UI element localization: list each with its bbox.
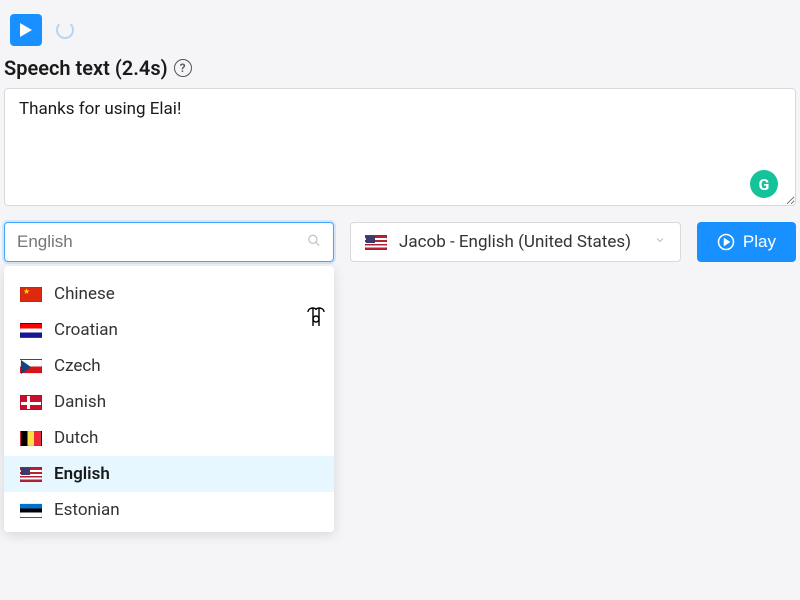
flag-icon bbox=[20, 323, 42, 338]
speech-text-input[interactable] bbox=[4, 88, 796, 206]
voice-label: Jacob - English (United States) bbox=[399, 232, 642, 252]
language-option[interactable]: Danish bbox=[4, 384, 334, 420]
flag-icon bbox=[20, 287, 42, 302]
speech-text-label: Speech text (2.4s) bbox=[4, 56, 168, 80]
flag-icon bbox=[20, 395, 42, 410]
language-option[interactable]: Estonian bbox=[4, 492, 334, 528]
grammarly-icon[interactable]: G bbox=[750, 170, 778, 198]
language-option[interactable]: Dutch bbox=[4, 420, 334, 456]
language-option-label: English bbox=[54, 464, 110, 484]
voice-select[interactable]: Jacob - English (United States) bbox=[350, 222, 681, 262]
help-icon[interactable]: ? bbox=[174, 59, 192, 77]
play-button[interactable]: Play bbox=[697, 222, 796, 262]
language-search-input[interactable] bbox=[5, 223, 333, 261]
play-circle-icon bbox=[717, 233, 735, 251]
flag-icon bbox=[365, 235, 387, 250]
loading-spinner-icon bbox=[56, 21, 74, 39]
chevron-down-icon bbox=[654, 234, 666, 250]
flag-icon bbox=[20, 431, 42, 446]
language-search-wrap bbox=[4, 222, 334, 262]
language-option[interactable]: Chinese bbox=[4, 276, 334, 312]
preview-play-button[interactable] bbox=[10, 14, 42, 46]
language-option-label: Dutch bbox=[54, 428, 98, 448]
flag-icon bbox=[20, 467, 42, 482]
language-option-label: Czech bbox=[54, 356, 101, 376]
language-select[interactable]: ———ChineseCroatianCzechDanishDutchEnglis… bbox=[4, 222, 334, 262]
language-option-label: Croatian bbox=[54, 320, 118, 340]
language-option-label: ——— bbox=[54, 266, 94, 268]
language-dropdown[interactable]: ——— Chinese Croatian Czech Danish Dutch Englis… bbox=[4, 266, 334, 532]
language-option-label: Chinese bbox=[54, 284, 115, 304]
language-option[interactable]: Croatian bbox=[4, 312, 334, 348]
language-option-label: Estonian bbox=[54, 500, 120, 520]
search-icon bbox=[307, 233, 321, 252]
play-button-label: Play bbox=[743, 232, 776, 252]
flag-icon bbox=[20, 359, 42, 374]
top-bar bbox=[0, 0, 800, 56]
language-option[interactable]: English bbox=[4, 456, 334, 492]
controls-row: ———ChineseCroatianCzechDanishDutchEnglis… bbox=[0, 210, 800, 262]
speech-textarea-wrap: G bbox=[0, 88, 800, 210]
play-icon bbox=[20, 23, 32, 37]
language-option-label: Danish bbox=[54, 392, 106, 412]
flag-icon bbox=[20, 503, 42, 518]
language-option[interactable]: Czech bbox=[4, 348, 334, 384]
language-option[interactable]: ——— bbox=[4, 266, 334, 276]
speech-text-header: Speech text (2.4s) ? bbox=[0, 56, 800, 88]
